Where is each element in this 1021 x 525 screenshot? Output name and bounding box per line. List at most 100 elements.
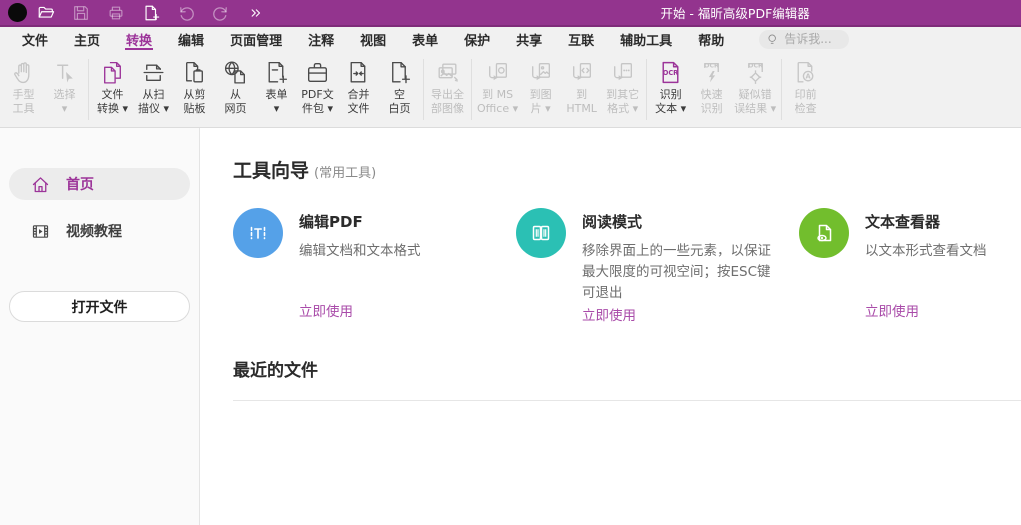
- tool-wizard-title: 工具向导: [233, 156, 309, 183]
- from-webpage-button[interactable]: 从 网页: [215, 54, 256, 125]
- form-button[interactable]: 表单 ▾: [256, 54, 297, 125]
- ocr-quick-icon: [698, 56, 725, 88]
- from-scanner-icon: [140, 56, 167, 88]
- tab-edit[interactable]: 编辑: [165, 27, 217, 51]
- ocr-suspect-results-button: 疑似错 误结果 ▾: [732, 54, 778, 125]
- tell-me-input[interactable]: [784, 32, 842, 46]
- to-ms-office-icon: [484, 56, 511, 88]
- select-tool-icon: [51, 56, 78, 88]
- card-description: 编辑文档和文本格式: [299, 241, 497, 262]
- card-title: 文本查看器: [865, 211, 1021, 232]
- edit-pdf-icon: [233, 208, 283, 258]
- ocr-text-button[interactable]: 识别 文本 ▾: [650, 54, 691, 125]
- video-tutorial-icon: [30, 221, 51, 242]
- tab-connect[interactable]: 互联: [555, 27, 607, 51]
- tab-home[interactable]: 主页: [61, 27, 113, 51]
- export-all-images-button: 导出全 部图像: [427, 54, 468, 125]
- tab-share[interactable]: 共享: [503, 27, 555, 51]
- sidebar-item-home[interactable]: 首页: [9, 168, 190, 200]
- sidebar: 首页 视频教程 打开文件: [0, 128, 200, 525]
- tool-wizard-subtitle: (常用工具): [314, 162, 376, 181]
- hand-tool-icon: [10, 56, 37, 88]
- tell-me-search[interactable]: [759, 30, 849, 49]
- from-clipboard-button[interactable]: 从剪 贴板: [174, 54, 215, 125]
- file-convert-icon: [99, 56, 126, 88]
- undo-icon: [176, 3, 196, 23]
- tab-form[interactable]: 表单: [399, 27, 451, 51]
- combine-files-icon: [345, 56, 372, 88]
- to-other-format-icon: [609, 56, 636, 88]
- card-description: 以文本形式查看文档: [865, 241, 1021, 262]
- print-icon: [106, 3, 126, 23]
- to-ms-office-button: 到 MS Office ▾: [475, 54, 520, 125]
- to-other-format-button: 到其它 格式 ▾: [602, 54, 643, 125]
- ribbon-separator: [88, 59, 89, 120]
- pdf-portfolio-button[interactable]: PDF文 件包 ▾: [297, 54, 338, 125]
- from-scanner-button[interactable]: 从扫 描仪 ▾: [133, 54, 174, 125]
- from-clipboard-icon: [181, 56, 208, 88]
- main-content: 工具向导 (常用工具) 编辑PDF 编辑文档和文本格式 立即使用 阅读模式 移除…: [200, 128, 1021, 525]
- tab-view[interactable]: 视图: [347, 27, 399, 51]
- tool-cards: 编辑PDF 编辑文档和文本格式 立即使用 阅读模式 移除界面上的一些元素，以保证…: [233, 208, 1021, 320]
- ocr-text-icon: [657, 56, 684, 88]
- blank-page-icon: [386, 56, 413, 88]
- preflight-icon: [792, 56, 819, 88]
- tab-accessibility[interactable]: 辅助工具: [607, 27, 685, 51]
- new-document-icon[interactable]: [141, 3, 161, 23]
- open-folder-icon[interactable]: [36, 3, 56, 23]
- use-now-link[interactable]: 立即使用: [299, 300, 497, 320]
- home-icon: [30, 174, 51, 195]
- tab-comment[interactable]: 注释: [295, 27, 347, 51]
- form-icon: [263, 56, 290, 88]
- card-edit-pdf: 编辑PDF 编辑文档和文本格式 立即使用: [233, 208, 516, 320]
- card-read-mode: 阅读模式 移除界面上的一些元素，以保证最大限度的可视空间；按ESC键可退出 立即…: [516, 208, 799, 320]
- from-webpage-icon: [222, 56, 249, 88]
- tab-file[interactable]: 文件: [9, 27, 61, 51]
- ribbon-convert: 手型 工具 选择 ▾ 文件 转换 ▾ 从扫 描仪 ▾ 从剪 贴板 从 网页 表单…: [0, 51, 1021, 128]
- read-mode-icon: [516, 208, 566, 258]
- save-icon: [71, 3, 91, 23]
- ribbon-separator: [471, 59, 472, 120]
- menubar: 文件 主页 转换 编辑 页面管理 注释 视图 表单 保护 共享 互联 辅助工具 …: [0, 27, 1021, 51]
- blank-page-button[interactable]: 空 白页: [379, 54, 420, 125]
- hand-tool-button: 手型 工具: [3, 54, 44, 125]
- app-logo: [8, 3, 27, 22]
- to-image-button: 到图 片 ▾: [520, 54, 561, 125]
- sidebar-item-video-tutorials[interactable]: 视频教程: [9, 215, 190, 247]
- ocr-suspect-icon: [742, 56, 769, 88]
- use-now-link[interactable]: 立即使用: [865, 300, 1021, 320]
- preflight-button: 印前 检查: [785, 54, 826, 125]
- titlebar: 开始 - 福昕高级PDF编辑器: [0, 0, 1021, 27]
- card-text-viewer: 文本查看器 以文本形式查看文档 立即使用: [799, 208, 1021, 320]
- open-file-button[interactable]: 打开文件: [9, 291, 190, 322]
- ribbon-separator: [646, 59, 647, 120]
- card-description: 移除界面上的一些元素，以保证最大限度的可视空间；按ESC键可退出: [582, 241, 780, 304]
- recent-files-title: 最近的文件: [233, 356, 1021, 381]
- tell-me-lightbulb-icon: [766, 33, 779, 46]
- redo-icon: [211, 3, 231, 23]
- recent-files-divider: [233, 400, 1021, 401]
- tab-help[interactable]: 帮助: [685, 27, 737, 51]
- ribbon-separator: [781, 59, 782, 120]
- to-html-button: 到 HTML: [561, 54, 602, 125]
- card-title: 阅读模式: [582, 211, 780, 232]
- tab-organize[interactable]: 页面管理: [217, 27, 295, 51]
- sidebar-item-label: 首页: [66, 174, 94, 194]
- window-title: 开始 - 福昕高级PDF编辑器: [660, 3, 809, 22]
- sidebar-item-label: 视频教程: [66, 221, 122, 241]
- to-html-icon: [568, 56, 595, 88]
- ocr-quick-button: 快速 识别: [691, 54, 732, 125]
- file-convert-button[interactable]: 文件 转换 ▾: [92, 54, 133, 125]
- tab-convert[interactable]: 转换: [113, 27, 165, 51]
- combine-files-button[interactable]: 合并 文件: [338, 54, 379, 125]
- text-viewer-icon: [799, 208, 849, 258]
- ribbon-separator: [423, 59, 424, 120]
- export-images-icon: [434, 56, 461, 88]
- more-commands-icon[interactable]: [246, 3, 266, 23]
- select-tool-button: 选择 ▾: [44, 54, 85, 125]
- pdf-portfolio-icon: [304, 56, 331, 88]
- use-now-link[interactable]: 立即使用: [582, 304, 780, 324]
- tab-protect[interactable]: 保护: [451, 27, 503, 51]
- card-title: 编辑PDF: [299, 211, 497, 232]
- to-image-icon: [527, 56, 554, 88]
